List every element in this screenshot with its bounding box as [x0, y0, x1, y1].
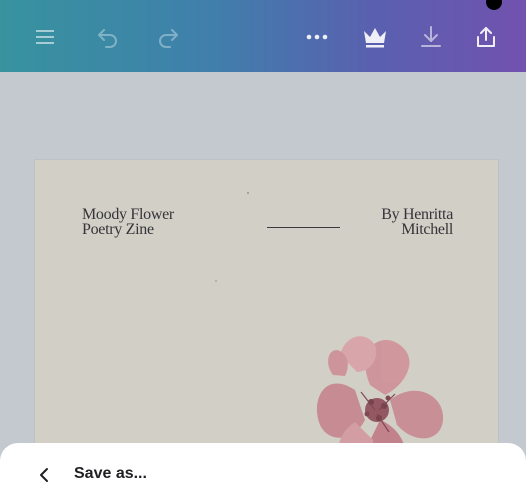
zine-author[interactable]: By Henritta Mitchell — [381, 206, 453, 238]
zine-title-line: Poetry Zine — [82, 221, 154, 238]
more-icon — [306, 34, 328, 40]
download-button[interactable] — [416, 22, 446, 52]
chevron-left-icon — [40, 468, 48, 482]
crown-icon — [364, 28, 386, 48]
paper-speck — [215, 280, 217, 282]
zine-title-line: Moody Flower — [82, 206, 174, 223]
toolbar-overlay — [0, 0, 526, 72]
canvas-area: Moody Flower Poetry Zine By Henritta Mit… — [0, 72, 526, 499]
menu-button[interactable] — [30, 22, 60, 52]
back-button[interactable] — [30, 461, 58, 489]
zine-author-line: Mitchell — [401, 221, 453, 238]
share-button[interactable] — [471, 22, 501, 52]
premium-button[interactable] — [360, 22, 390, 52]
undo-button[interactable] — [93, 22, 123, 52]
editor-screen: Moody Flower Poetry Zine By Henritta Mit… — [0, 0, 526, 499]
paper-speck — [247, 192, 249, 194]
more-button[interactable] — [302, 22, 332, 52]
sheet-title: Save as... — [74, 465, 147, 482]
top-toolbar — [0, 0, 526, 72]
share-icon — [477, 27, 495, 47]
download-icon — [421, 26, 441, 47]
divider-line[interactable] — [267, 227, 340, 228]
menu-icon — [36, 30, 54, 44]
redo-icon — [159, 29, 178, 48]
redo-button[interactable] — [153, 22, 183, 52]
undo-icon — [98, 29, 117, 48]
save-as-sheet: Save as... — [0, 443, 526, 499]
zine-author-line: By Henritta — [381, 206, 453, 223]
zine-title[interactable]: Moody Flower Poetry Zine — [82, 206, 174, 238]
